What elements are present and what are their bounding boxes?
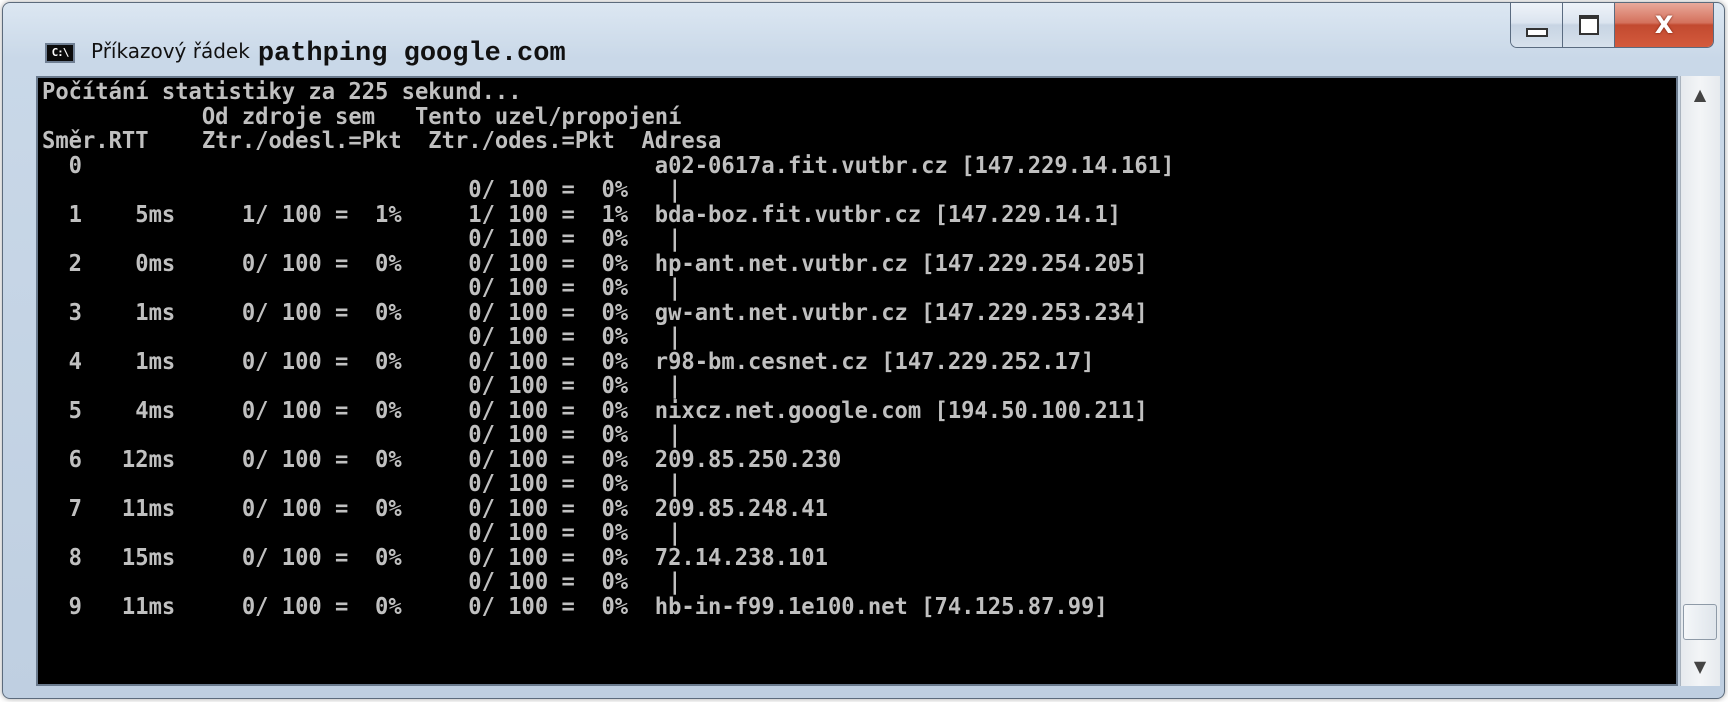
console-line: 0/ 100 = 0% | xyxy=(42,226,682,252)
console-line: 1 5ms 1/ 100 = 1% 1/ 100 = 1% bda-boz.fi… xyxy=(42,201,1122,228)
console-line: 4 1ms 0/ 100 = 0% 0/ 100 = 0% r98-bm.ces… xyxy=(42,348,1095,375)
console-output[interactable]: Počítání statistiky za 225 sekund... Od … xyxy=(36,76,1678,686)
minimize-icon xyxy=(1525,27,1548,37)
window-title-command: pathping google.com xyxy=(257,39,566,69)
console-line: 0/ 100 = 0% | xyxy=(42,422,682,448)
console-lines: Počítání statistiky za 225 sekund... Od … xyxy=(42,80,1219,619)
console-line: 0/ 100 = 0% | xyxy=(42,569,682,595)
cmd-icon[interactable]: C:\ xyxy=(45,43,75,63)
scroll-thumb[interactable] xyxy=(1683,604,1717,640)
minimize-button[interactable] xyxy=(1511,3,1563,47)
maximize-icon xyxy=(1578,15,1599,35)
console-line: 0/ 100 = 0% | xyxy=(42,177,682,203)
console-line: 9 11ms 0/ 100 = 0% 0/ 100 = 0% hb-in-f99… xyxy=(42,593,1108,620)
console-line: 0/ 100 = 0% | xyxy=(42,471,682,497)
window-title-app: Příkazový řádek xyxy=(91,39,250,63)
console-line: 7 11ms 0/ 100 = 0% 0/ 100 = 0% 209.85.24… xyxy=(42,495,828,522)
console-line: Směr.RTT Ztr./odesl.=Pkt Ztr./odes.=Pkt … xyxy=(42,128,722,154)
console-line: 2 0ms 0/ 100 = 0% 0/ 100 = 0% hp-ant.net… xyxy=(42,250,1148,277)
close-button[interactable]: X xyxy=(1615,3,1713,47)
console-line: 3 1ms 0/ 100 = 0% 0/ 100 = 0% gw-ant.net… xyxy=(42,299,1148,326)
console-line: 0/ 100 = 0% | xyxy=(42,275,682,301)
scroll-down-icon[interactable]: ▼ xyxy=(1681,652,1719,682)
title-bar[interactable]: C:\ Příkazový řádek pathping google.com X xyxy=(3,3,1724,79)
scroll-up-icon[interactable]: ▲ xyxy=(1681,80,1719,110)
maximize-button[interactable] xyxy=(1563,3,1615,47)
window-controls: X xyxy=(1510,3,1714,48)
console-line: 6 12ms 0/ 100 = 0% 0/ 100 = 0% 209.85.25… xyxy=(42,446,842,473)
close-icon: X xyxy=(1654,11,1674,39)
window-title: Příkazový řádek pathping google.com xyxy=(91,37,566,69)
vertical-scrollbar[interactable]: ▲ ▼ xyxy=(1680,76,1720,686)
console-line: Od zdroje sem Tento uzel/propojení xyxy=(42,103,682,130)
console-line: 0/ 100 = 0% | xyxy=(42,373,682,399)
console-line: 0/ 100 = 0% | xyxy=(42,520,682,546)
console-line: 8 15ms 0/ 100 = 0% 0/ 100 = 0% 72.14.238… xyxy=(42,544,828,571)
console-line: 5 4ms 0/ 100 = 0% 0/ 100 = 0% nixcz.net.… xyxy=(42,397,1148,424)
console-line: 0/ 100 = 0% | xyxy=(42,324,682,350)
console-line: 0 a02-0617a.fit.vutbr.cz [147.229.14.161… xyxy=(42,152,1175,179)
console-line: Počítání statistiky za 225 sekund... xyxy=(42,79,522,105)
